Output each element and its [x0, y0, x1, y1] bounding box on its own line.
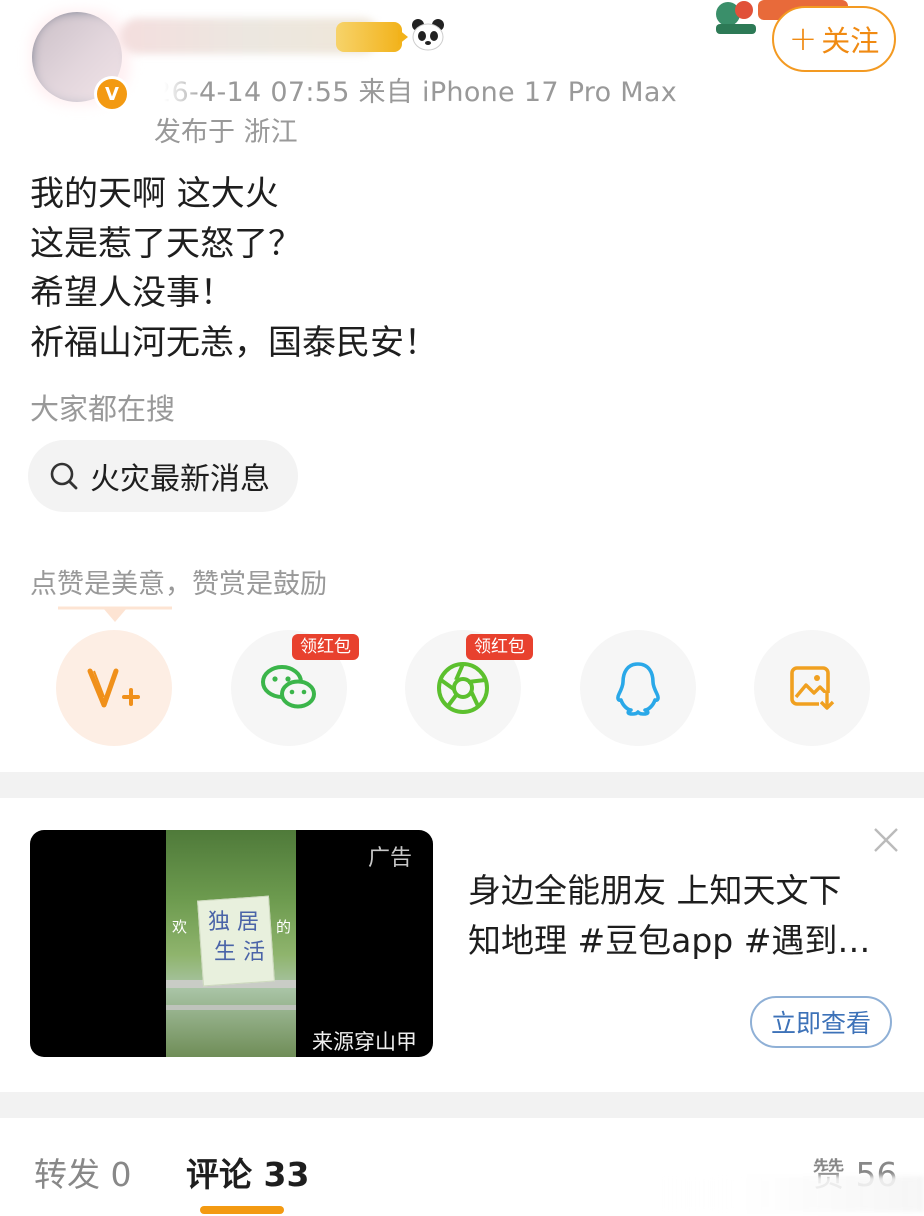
post-line: 这是惹了天怒了？ — [30, 223, 302, 264]
hot-search-chip[interactable]: 火灾最新消息 — [28, 440, 298, 512]
post-time-device: 26-4-14 07:55 来自 iPhone 17 Pro Max — [154, 77, 678, 108]
ad-sign-text: 独 居 — [208, 910, 259, 935]
reward-tip: 点赞是美意，赞赏是鼓励 — [30, 569, 327, 600]
hot-search-chip-label: 火灾最新消息 — [90, 462, 270, 497]
post-line: 希望人没事！ — [30, 273, 234, 313]
follow-button[interactable]: + 关注 — [772, 6, 896, 72]
tab-comment[interactable]: 评论 33 — [186, 1148, 309, 1196]
verified-badge-icon: V — [94, 76, 130, 112]
meta-blur-mask — [150, 68, 198, 106]
tab-repost[interactable]: 转发 0 — [34, 1148, 132, 1196]
section-divider — [0, 772, 924, 798]
post-line: 我的天啊 这大火 — [30, 174, 279, 214]
qq-icon — [616, 662, 660, 716]
post-line: 祈福山河无恙，国泰民安！ — [30, 322, 438, 363]
ad-label: 广告 — [368, 846, 413, 871]
ad-source: 来源穿山甲 — [312, 1030, 417, 1054]
save-image-icon — [790, 666, 835, 711]
ad-cta-button[interactable]: 立即查看 — [750, 996, 892, 1048]
v-plus-reward-icon — [87, 668, 140, 708]
tip-pointer-icon — [58, 606, 172, 622]
ad-sign-text: 生 活 — [214, 940, 265, 965]
tab-active-indicator — [200, 1206, 284, 1214]
panda-icon — [412, 19, 444, 51]
ad-caption: 的 — [276, 918, 292, 936]
ad-video[interactable]: 独 居 生 活 欢 的 广告 来源穿山甲 — [30, 830, 433, 1057]
post-location: 发布于 浙江 — [154, 117, 298, 148]
ad-caption: 欢 — [172, 918, 188, 936]
red-packet-tag: 领红包 — [466, 634, 533, 660]
share-qq-button[interactable] — [580, 630, 696, 746]
ad-text-line: 身边全能朋友 上知天文下 — [468, 871, 842, 910]
post-text: 我的天啊 这大火 这是惹了天怒了？ 希望人没事！ 祈福山河无恙，国泰民安！ — [30, 170, 438, 368]
plus-icon: + — [788, 19, 818, 59]
level-badge-icon — [336, 22, 408, 52]
search-icon — [50, 462, 78, 490]
watermark-fade — [660, 1176, 924, 1212]
hot-search-title: 大家都在搜 — [30, 392, 176, 426]
ad-text-line: 知地理 #豆包app #遇到… — [468, 921, 871, 960]
close-icon[interactable] — [872, 826, 900, 854]
save-image-button[interactable] — [754, 630, 870, 746]
wechat-icon — [261, 665, 316, 709]
red-packet-tag: 领红包 — [292, 634, 359, 660]
ad-rail — [166, 1005, 296, 1010]
moments-icon — [437, 662, 489, 714]
section-divider — [0, 1092, 924, 1118]
ad-text[interactable]: 身边全能朋友 上知天文下 知地理 #豆包app #遇到… — [468, 866, 870, 966]
follow-label: 关注 — [821, 24, 880, 58]
reward-button[interactable] — [56, 630, 172, 746]
